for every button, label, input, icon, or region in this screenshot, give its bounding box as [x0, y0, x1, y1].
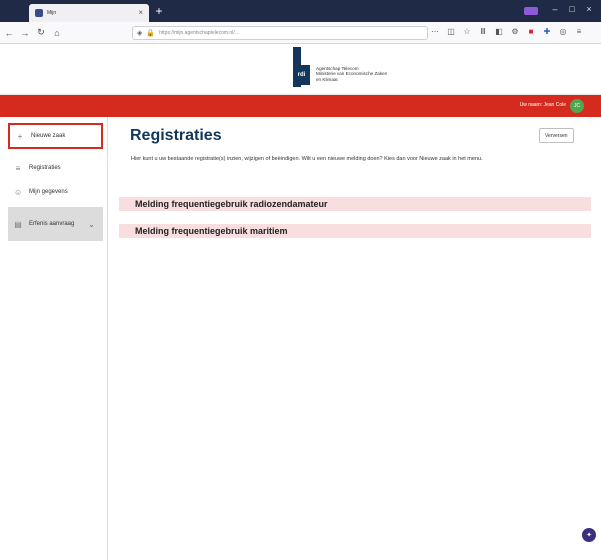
extension-icon[interactable]: ■ [526, 27, 536, 36]
favicon-icon [35, 9, 43, 17]
maximize-button[interactable]: □ [565, 4, 579, 14]
sidebar-item-my-details[interactable]: ☺ Mijn gegevens [8, 179, 103, 205]
chat-icon: ✦ [586, 532, 592, 539]
help-button[interactable]: ✦ [582, 528, 596, 542]
user-icon: ☺ [14, 187, 23, 197]
sidebar-item-label: Registraties [29, 165, 61, 171]
back-arrow-icon[interactable]: ← [2, 28, 16, 38]
registration-label: Melding frequentiegebruik maritiem [135, 226, 288, 236]
plus-icon: + [17, 131, 23, 141]
refresh-button[interactable]: Verversen [539, 128, 574, 143]
hamburger-menu-icon[interactable]: ≡ [574, 27, 584, 36]
browser-toolbar: ← → ↻ ⌂ ◈ 🔒 https://mijn.agentschaptelec… [0, 22, 601, 44]
avatar[interactable]: JC [570, 99, 584, 113]
home-icon[interactable]: ⌂ [50, 28, 64, 38]
reload-icon[interactable]: ↻ [34, 27, 48, 38]
menu-dots-icon[interactable]: ⋯ [430, 27, 440, 36]
sidebar-item-label: Mijn gegevens [29, 189, 68, 195]
close-window-button[interactable]: × [582, 4, 596, 14]
profile-icon[interactable] [524, 7, 538, 15]
logo-text: Agentschap Telecom Ministerie van Econom… [316, 66, 387, 82]
account-icon[interactable]: ◎ [558, 27, 568, 36]
sidebar-item-submenu[interactable]: ▤ Erfenis aanvraag ⌄ [8, 207, 103, 241]
forward-arrow-icon[interactable]: → [18, 28, 32, 38]
list-icon: ≡ [15, 163, 21, 173]
site-header: rdi Agentschap Telecom Ministerie van Ec… [0, 45, 601, 95]
bookmark-star-icon[interactable]: ☆ [462, 27, 472, 36]
logo-line-3: en Klimaat [316, 76, 338, 82]
library-icon[interactable]: Ⅲ [478, 27, 488, 36]
registration-item[interactable]: Melding frequentiegebruik radiozendamate… [119, 197, 591, 211]
lock-icon: 🔒 [146, 30, 156, 37]
user-name[interactable]: Uw naam: Jean Cole [520, 102, 566, 108]
pocket-icon[interactable]: ◫ [446, 27, 456, 36]
registration-label: Melding frequentiegebruik radiozendamate… [135, 199, 328, 209]
url-text: https://mijn.agentschaptelecom.nl/… [159, 30, 240, 36]
puzzle-icon[interactable]: ✚ [542, 27, 552, 36]
minimize-button[interactable]: – [548, 4, 562, 14]
sidebar-item-registrations[interactable]: ≡ Registraties [8, 155, 103, 181]
browser-tab-strip: Mijn × + – □ × [0, 0, 601, 22]
sidebar: + Nieuwe zaak ≡ Registraties ☺ Mijn gege… [0, 117, 108, 560]
shield-icon: ◈ [137, 30, 143, 37]
close-icon[interactable]: × [138, 9, 143, 17]
main-content: Registraties Verversen Hier kunt u uw be… [109, 117, 601, 560]
sidebar-item-new-case[interactable]: + Nieuwe zaak [8, 123, 103, 149]
logo[interactable]: rdi [293, 65, 310, 85]
sync-icon[interactable]: ⚙ [510, 27, 520, 36]
browser-tab[interactable]: Mijn × [29, 4, 149, 22]
sidebar-icon[interactable]: ◧ [494, 27, 504, 36]
tab-title: Mijn [47, 10, 57, 16]
registration-item[interactable]: Melding frequentiegebruik maritiem [119, 224, 591, 238]
sidebar-item-label: Nieuwe zaak [31, 133, 66, 139]
chevron-down-icon: ⌄ [88, 219, 95, 229]
new-tab-button[interactable]: + [153, 4, 165, 18]
address-bar[interactable]: ◈ 🔒 https://mijn.agentschaptelecom.nl/… [132, 26, 428, 40]
toolbar-icons: ⋯ ◫ ☆ Ⅲ ◧ ⚙ ■ ✚ ◎ ≡ [430, 27, 584, 36]
page-title: Registraties [130, 127, 222, 144]
intro-text: Hier kunt u uw bestaande registratie(s) … [131, 156, 483, 162]
sidebar-item-label: Erfenis aanvraag [29, 221, 75, 227]
folder-icon: ▤ [14, 219, 22, 229]
user-bar: Uw naam: Jean Cole JC [0, 95, 601, 117]
